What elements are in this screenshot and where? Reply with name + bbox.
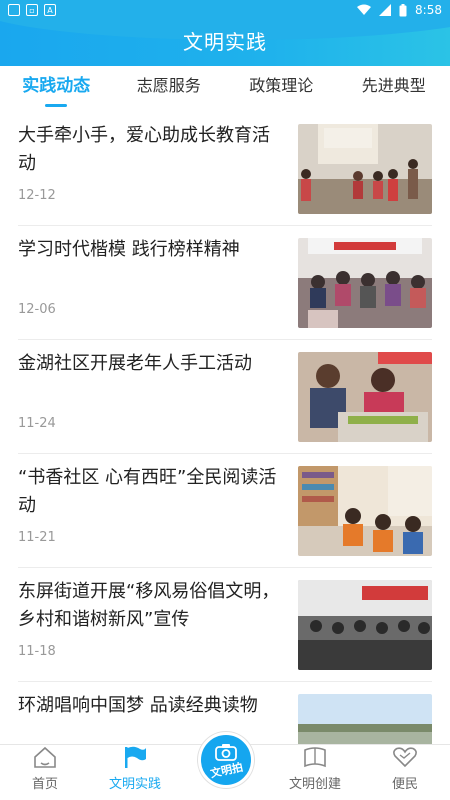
- civilized-photo-label: 文明拍: [208, 760, 244, 780]
- news-thumbnail: [298, 466, 432, 556]
- nav-practice[interactable]: 文明实践: [90, 745, 180, 800]
- news-thumbnail: [298, 352, 432, 442]
- news-date: 12-06: [18, 302, 56, 317]
- news-title: 大手牵小手，爱心助成长教育活动: [18, 125, 270, 174]
- tab-practice-news[interactable]: 实践动态: [0, 66, 113, 110]
- nav-practice-label: 文明实践: [108, 777, 161, 792]
- tab-policy-theory[interactable]: 政策理论: [225, 66, 338, 110]
- news-item[interactable]: 金湖社区开展老年人手工活动 11-24: [18, 340, 432, 454]
- news-date: 11-24: [18, 416, 56, 431]
- status-bar: ▫ A 8:58: [0, 0, 450, 20]
- nav-service-label: 便民: [391, 777, 418, 792]
- news-thumbnail: [298, 694, 432, 744]
- news-title: 金湖社区开展老年人手工活动: [18, 353, 252, 374]
- flag-icon: [122, 745, 148, 769]
- news-item[interactable]: “书香社区 心有西旺”全民阅读活动 11-21: [18, 454, 432, 568]
- image-icon: ▫: [26, 4, 38, 16]
- news-thumbnail: [298, 580, 432, 670]
- civilized-photo-button[interactable]: 文明拍: [198, 732, 254, 788]
- wifi-icon: [357, 4, 372, 15]
- news-item[interactable]: 东屏街道开展“移风易俗倡文明，乡村和谐树新风”宣传 11-18: [18, 568, 432, 682]
- home-icon: [32, 745, 58, 769]
- nav-create[interactable]: 文明创建: [270, 745, 360, 800]
- battery-icon: [399, 3, 407, 16]
- news-item[interactable]: 学习时代楷模 践行榜样精神 12-06: [18, 226, 432, 340]
- book-leaf-icon: [302, 745, 328, 769]
- news-title: 学习时代楷模 践行榜样精神: [18, 239, 240, 260]
- nav-create-label: 文明创建: [288, 777, 341, 792]
- heart-icon: [392, 745, 418, 769]
- nav-home-label: 首页: [31, 777, 58, 792]
- camera-icon: [215, 743, 237, 761]
- news-date: 11-21: [18, 530, 56, 545]
- news-title: 环湖唱响中国梦 品读经典读物: [18, 695, 258, 716]
- news-date: 11-18: [18, 644, 56, 659]
- tab-volunteer-service[interactable]: 志愿服务: [113, 66, 226, 110]
- signal-icon: [379, 4, 392, 16]
- category-tabs: 实践动态 志愿服务 政策理论 先进典型: [0, 66, 450, 110]
- news-title: “书香社区 心有西旺”全民阅读活动: [18, 467, 277, 516]
- news-list: 大手牵小手，爱心助成长教育活动 12-12 学习时代楷模 践行榜样精神 12-0…: [0, 112, 450, 744]
- status-time: 8:58: [415, 3, 442, 17]
- news-date: 12-12: [18, 188, 56, 203]
- app-header: ▫ A 8:58 文明实践: [0, 0, 450, 66]
- news-item[interactable]: 大手牵小手，爱心助成长教育活动 12-12: [18, 112, 432, 226]
- news-thumbnail: [298, 124, 432, 214]
- nav-home[interactable]: 首页: [0, 745, 90, 800]
- news-thumbnail: [298, 238, 432, 328]
- notification-icon: [8, 4, 20, 16]
- text-icon: A: [44, 4, 56, 16]
- page-title: 文明实践: [183, 30, 267, 54]
- nav-service[interactable]: 便民: [360, 745, 450, 800]
- news-title: 东屏街道开展“移风易俗倡文明，乡村和谐树新风”宣传: [18, 581, 280, 630]
- tab-advanced-models[interactable]: 先进典型: [338, 66, 450, 110]
